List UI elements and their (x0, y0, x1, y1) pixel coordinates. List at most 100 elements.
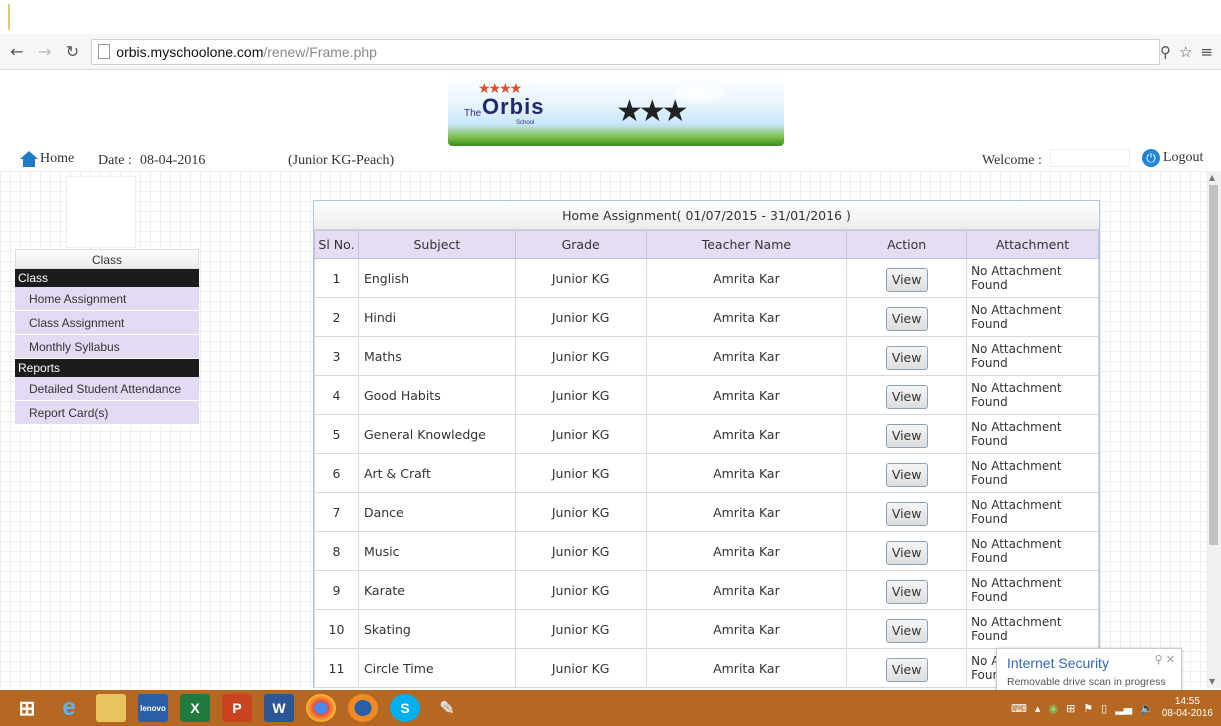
student-photo (66, 176, 136, 248)
home-link[interactable]: Home (20, 151, 74, 167)
view-button[interactable]: View (885, 541, 928, 565)
battery-icon[interactable]: ▯ (1101, 702, 1107, 715)
address-bar[interactable]: orbis.myschoolone.com/renew/Frame.php (91, 38, 1160, 65)
logo-the: The (464, 108, 482, 119)
date-value: 08-04-2016 (140, 153, 206, 168)
vertical-scrollbar[interactable]: ▲ ▼ (1206, 171, 1221, 688)
cell-attachment: No Attachment Found (966, 453, 1099, 493)
excel-icon[interactable]: X (180, 694, 210, 722)
back-arrow-icon[interactable]: ← (6, 41, 28, 63)
view-button[interactable]: View (885, 385, 928, 409)
toast-close-icon[interactable]: ⚲ ✕ (1155, 653, 1175, 666)
cell-teacher: Amrita Kar (645, 609, 848, 649)
cell-action: View (846, 297, 968, 337)
cell-teacher: Amrita Kar (645, 492, 848, 532)
internet-explorer-icon[interactable]: e (54, 694, 84, 722)
view-button[interactable]: View (885, 268, 928, 292)
sidebar-item-report-cards[interactable]: Report Card(s) (15, 401, 199, 425)
student-name-redacted (226, 151, 286, 167)
view-button[interactable]: View (885, 658, 928, 682)
column-header: Teacher Name (645, 230, 848, 259)
firefox-icon[interactable] (348, 694, 378, 722)
cell-teacher: Amrita Kar (645, 648, 848, 688)
column-header: Subject (357, 230, 516, 259)
scroll-up-icon[interactable]: ▲ (1209, 173, 1215, 182)
forward-arrow-icon[interactable]: → (34, 41, 56, 63)
page-content: ★★★★ The Orbis School ★★★ Home Date : 08… (0, 71, 1221, 688)
file-explorer-icon[interactable] (96, 694, 126, 722)
bookmark-star-icon[interactable]: ☆ (1179, 43, 1192, 61)
cell-action: View (846, 258, 968, 298)
cell-action: View (846, 375, 968, 415)
signal-icon[interactable]: ▂▄ (1115, 702, 1132, 715)
sidebar-item-monthly-syllabus[interactable]: Monthly Syllabus (15, 335, 199, 359)
cell-subject: Skating (357, 609, 516, 649)
scroll-down-icon[interactable]: ▼ (1209, 677, 1215, 686)
cell-grade: Junior KG (514, 570, 647, 610)
reload-icon[interactable]: ↻ (62, 41, 84, 63)
toast-title: Internet Security (1007, 655, 1109, 671)
cell-attachment: No Attachment Found (966, 336, 1099, 376)
view-button[interactable]: View (885, 580, 928, 604)
page-icon (98, 44, 111, 59)
power-icon: ⏻ (1142, 149, 1160, 167)
cell-subject: Music (357, 531, 516, 571)
powerpoint-icon[interactable]: P (222, 694, 252, 722)
column-header: Action (846, 230, 968, 259)
cell-sl: 5 (314, 414, 359, 454)
view-button[interactable]: View (885, 463, 928, 487)
internet-security-toast[interactable]: Internet Security ⚲ ✕ Removable drive sc… (996, 648, 1182, 692)
url-path: /renew/Frame.php (263, 43, 377, 60)
sidebar-item-class-assignment[interactable]: Class Assignment (15, 311, 199, 335)
table-title: Home Assignment( 01/07/2015 - 31/01/2016… (314, 201, 1099, 230)
key-icon[interactable]: ⚲ (1160, 43, 1171, 61)
cell-grade: Junior KG (514, 258, 647, 298)
logo-name: Orbis (482, 94, 545, 119)
skype-icon[interactable]: S (390, 694, 420, 722)
cell-subject: Circle Time (357, 648, 516, 688)
cell-attachment: No Attachment Found (966, 375, 1099, 415)
tray-expand-icon[interactable]: ▴ (1035, 702, 1041, 715)
school-banner: ★★★★ The Orbis School ★★★ (448, 74, 784, 146)
home-assignment-table: Home Assignment( 01/07/2015 - 31/01/2016… (313, 200, 1100, 688)
logout-button[interactable]: ⏻ Logout (1142, 149, 1203, 167)
antivirus-icon[interactable]: ◉ (1048, 702, 1058, 715)
menu-icon[interactable]: ≡ (1200, 43, 1213, 61)
tab-edge (8, 4, 10, 30)
view-button[interactable]: View (885, 502, 928, 526)
keyboard-icon[interactable]: ⌨ (1011, 702, 1027, 715)
table-row: 7 Dance Junior KG Amrita Kar View No Attachme… (314, 492, 1099, 532)
toast-message: Removable drive scan in progress (1007, 676, 1166, 688)
cell-teacher: Amrita Kar (645, 531, 848, 571)
lenovo-icon[interactable]: lenovo (138, 694, 168, 722)
cell-attachment: No Attachment Found (966, 609, 1099, 649)
cell-sl: 11 (314, 648, 359, 688)
view-button[interactable]: View (885, 307, 928, 331)
sidebar-top-label: Class (15, 249, 199, 269)
table-row: 3 Maths Junior KG Amrita Kar View No Attachme… (314, 336, 1099, 376)
sidebar-heading: Reports (15, 359, 199, 377)
sidebar-item-detailed-student-attendance[interactable]: Detailed Student Attendance (15, 377, 199, 401)
cell-action: View (846, 570, 968, 610)
view-button[interactable]: View (885, 619, 928, 643)
cell-action: View (846, 336, 968, 376)
scroll-thumb[interactable] (1209, 185, 1218, 545)
user-name-redacted (1050, 149, 1130, 167)
cell-grade: Junior KG (514, 297, 647, 337)
volume-icon[interactable]: 🔈 (1140, 702, 1154, 715)
view-button[interactable]: View (885, 424, 928, 448)
paint-icon[interactable]: ✎ (432, 694, 462, 722)
windows-start-icon[interactable]: ⊞ (12, 694, 42, 722)
word-icon[interactable]: W (264, 694, 294, 722)
flag-icon[interactable]: ⚑ (1083, 702, 1093, 715)
table-row: 1 English Junior KG Amrita Kar View No Attach… (314, 258, 1099, 298)
table-row: 4 Good Habits Junior KG Amrita Kar View No At… (314, 375, 1099, 415)
cell-sl: 1 (314, 258, 359, 298)
view-button[interactable]: View (885, 346, 928, 370)
sidebar-item-home-assignment[interactable]: Home Assignment (15, 287, 199, 311)
windows-icon[interactable]: ⊞ (1066, 702, 1075, 715)
chrome-icon[interactable] (306, 694, 336, 722)
class-name: (Junior KG-Peach) (288, 153, 395, 168)
clock[interactable]: 14:55 08-04-2016 (1162, 696, 1213, 720)
cell-subject: Dance (357, 492, 516, 532)
